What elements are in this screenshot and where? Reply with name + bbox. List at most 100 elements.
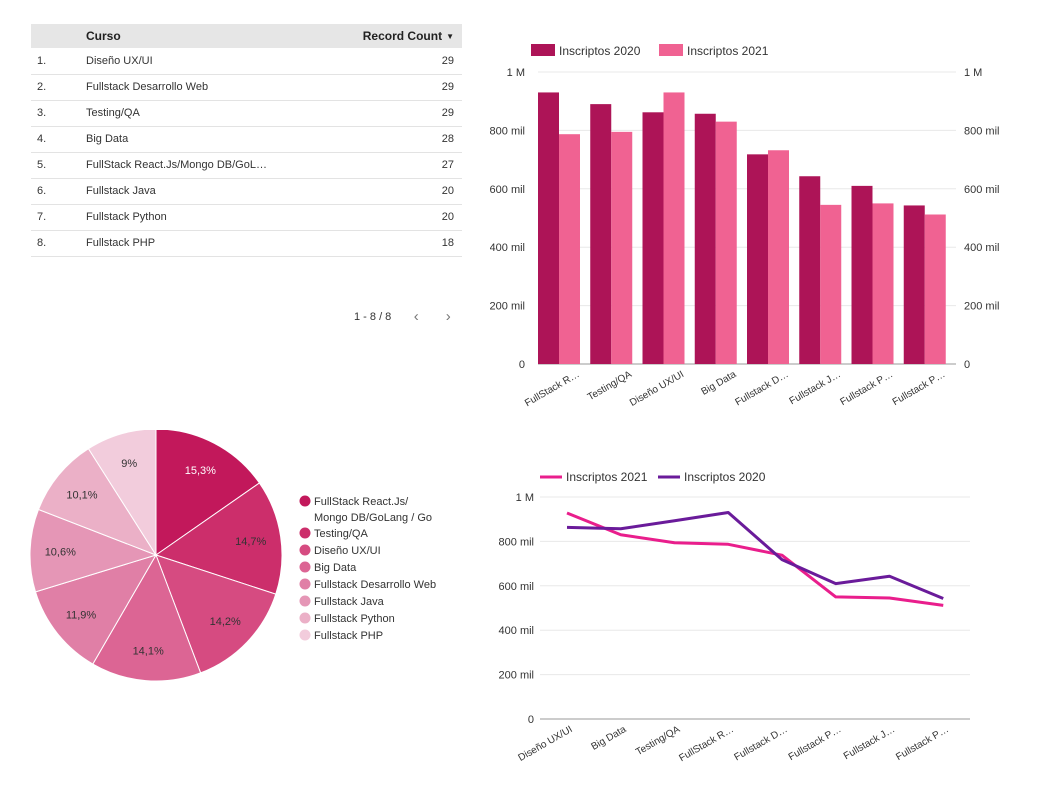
x-tick-label: Fullstack P… [787, 724, 844, 763]
row-curso: Fullstack Java [86, 185, 156, 197]
y-tick-label: 1 M [516, 492, 534, 504]
y-tick-label-right: 1 M [964, 67, 982, 79]
x-tick-label: Testing/QA [634, 724, 682, 758]
legend-label: Inscriptos 2021 [687, 44, 769, 58]
bar [538, 92, 559, 364]
y-tick-label-left: 0 [519, 359, 525, 371]
y-tick-label-left: 400 mil [490, 242, 525, 254]
legend-marker [299, 612, 311, 624]
table-row[interactable]: 8. Fullstack PHP 18 [31, 230, 462, 256]
x-tick-label: Big Data [700, 369, 739, 398]
x-tick-label: Fullstack D… [733, 724, 790, 763]
y-tick-label-right: 0 [964, 359, 970, 371]
bar [715, 121, 737, 364]
row-index: 7. [37, 211, 47, 223]
bar [903, 205, 925, 364]
sort-desc-icon[interactable]: ▼ [446, 32, 454, 41]
legend-label: Fullstack PHP [314, 630, 383, 642]
row-index: 4. [37, 133, 47, 145]
bar [611, 131, 633, 364]
row-index: 3. [37, 107, 47, 119]
line-chart: Inscriptos 2021 Inscriptos 2020 0 200 mil 40… [499, 470, 970, 764]
legend-label: Inscriptos 2021 [566, 470, 648, 484]
legend-marker [299, 578, 311, 590]
x-tick-label: Fullstack P… [891, 369, 948, 408]
x-tick-label: Diseño UX/UI [628, 369, 686, 409]
x-tick-label: Big Data [590, 724, 629, 753]
y-tick-label: 400 mil [499, 625, 534, 637]
y-tick-label: 600 mil [499, 581, 534, 593]
x-tick-label: Fullstack P… [894, 724, 951, 763]
table-row[interactable]: 3. Testing/QA 29 [31, 100, 462, 126]
chevron-right-icon[interactable]: › [441, 308, 455, 325]
legend-swatch [659, 44, 683, 56]
x-tick-label: Fullstack D… [734, 369, 791, 408]
bar [872, 203, 894, 364]
pagination: 1 - 8 / 8 ‹ › [354, 308, 455, 325]
pie-value-label: 14,2% [210, 616, 241, 628]
row-curso: FullStack React.Js/Mongo DB/GoL… [86, 159, 267, 171]
legend-label: Big Data [314, 562, 357, 574]
table-header-row: Curso Record Count ▼ [31, 24, 462, 48]
pie-value-label: 10,6% [45, 547, 76, 559]
row-index: 6. [37, 185, 47, 197]
bar [590, 104, 612, 365]
bar [820, 204, 842, 364]
bar [799, 176, 821, 364]
x-tick-label: FullStack R… [523, 369, 581, 409]
y-tick-label: 200 mil [499, 670, 534, 682]
row-record-count: 29 [441, 81, 454, 93]
legend-label: Fullstack Desarrollo Web [314, 579, 436, 591]
pie-value-label: 14,7% [235, 536, 266, 548]
pie-value-label: 9% [121, 458, 137, 470]
table-row[interactable]: 1. Diseño UX/UI 29 [31, 48, 462, 74]
legend-label: Fullstack Python [314, 613, 395, 625]
pie-value-label: 15,3% [185, 465, 216, 477]
row-curso: Diseño UX/UI [86, 54, 153, 67]
y-tick-label: 0 [528, 714, 534, 726]
row-index: 8. [37, 237, 47, 249]
bar [924, 214, 946, 364]
y-tick-label-right: 600 mil [964, 184, 999, 196]
table-row[interactable]: 5. FullStack React.Js/Mongo DB/GoL… 27 [31, 152, 462, 178]
y-tick-label-right: 800 mil [964, 125, 999, 137]
index-header [31, 24, 86, 48]
table-row[interactable]: 4. Big Data 28 [31, 126, 462, 152]
y-tick-label-left: 200 mil [490, 301, 525, 313]
row-index: 2. [37, 81, 47, 93]
table-row[interactable]: 2. Fullstack Desarrollo Web 29 [31, 74, 462, 100]
record-count-header[interactable]: Record Count ▼ [329, 24, 462, 48]
pie-chart: 15,3% 14,7% 14,2% 14,1% 11,9% 10,6% 10,1% 9% Ful… [29, 430, 436, 682]
row-curso: Fullstack Python [86, 211, 167, 223]
row-index: 1. [37, 54, 47, 67]
record-count-label: Record Count [362, 29, 443, 43]
chevron-left-icon[interactable]: ‹ [409, 308, 423, 325]
row-record-count: 28 [441, 133, 454, 145]
y-tick-label-left: 800 mil [490, 125, 525, 137]
row-index: 5. [37, 159, 47, 171]
pie-value-label: 14,1% [133, 645, 164, 657]
y-tick-label-right: 200 mil [964, 301, 999, 313]
legend-marker [299, 495, 311, 507]
row-record-count: 20 [441, 211, 454, 223]
pagination-label: 1 - 8 / 8 [354, 310, 392, 323]
x-tick-label: Diseño UX/UI [517, 724, 575, 764]
row-record-count: 18 [441, 237, 454, 249]
y-tick-label: 800 mil [499, 536, 534, 548]
row-record-count: 29 [441, 54, 454, 67]
bar [768, 150, 789, 364]
bar [559, 134, 580, 364]
x-tick-label: Fullstack J… [842, 724, 897, 762]
row-record-count: 29 [441, 107, 454, 119]
curso-header[interactable]: Curso [86, 24, 329, 48]
legend-marker [299, 544, 311, 556]
bar [663, 92, 685, 364]
row-curso: Fullstack PHP [86, 237, 156, 249]
row-record-count: 27 [441, 159, 454, 171]
bar [851, 185, 873, 364]
table-row[interactable]: 7. Fullstack Python 20 [31, 204, 462, 230]
x-tick-label: FullStack R… [677, 724, 735, 764]
y-tick-label-right: 400 mil [964, 242, 999, 254]
x-tick-label: Fullstack J… [788, 369, 843, 407]
table-row[interactable]: 6. Fullstack Java 20 [31, 178, 462, 204]
